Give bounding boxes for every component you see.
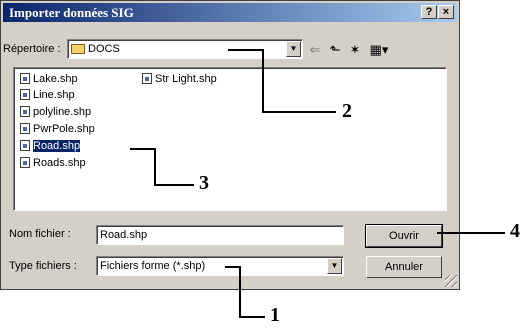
chevron-down-icon[interactable]: ▼: [286, 41, 301, 57]
callout-1-line: [239, 316, 265, 318]
filename-input[interactable]: Road.shp: [96, 225, 344, 245]
callout-4: 4: [510, 220, 520, 242]
file-item-pwrpole[interactable]: PwrPole.shp: [20, 122, 97, 136]
callout-3: 3: [199, 172, 209, 194]
chevron-down-icon[interactable]: ▼: [327, 258, 342, 274]
shapefile-icon: [142, 72, 152, 84]
close-button[interactable]: ×: [438, 5, 454, 19]
callout-1-line: [239, 266, 241, 318]
shapefile-icon: [20, 72, 30, 84]
open-button[interactable]: Ouvrir: [365, 224, 443, 248]
filename-label: Nom fichier :: [9, 228, 71, 240]
callout-2: 2: [342, 100, 352, 122]
import-gis-dialog: Importer données SIG ? × Répertoire : DO…: [0, 0, 460, 290]
shapefile-icon: [20, 88, 30, 100]
filetype-value: Fichiers forme (*.shp): [100, 260, 206, 272]
shapefile-icon: [20, 122, 30, 134]
callout-1: 1: [270, 304, 280, 326]
directory-dropdown[interactable]: DOCS ▼: [67, 39, 303, 59]
callout-4-line: [437, 232, 505, 234]
shapefile-icon: [20, 139, 30, 151]
dialog-title: Importer données SIG: [9, 5, 134, 20]
directory-label: Répertoire :: [3, 43, 61, 55]
file-item-lake[interactable]: Lake.shp: [20, 72, 80, 86]
folder-icon: [71, 44, 85, 55]
callout-3-line: [154, 184, 194, 186]
callout-2-line: [262, 111, 336, 113]
callout-2-line: [262, 49, 264, 113]
file-item-str-light[interactable]: Str Light.shp: [142, 72, 219, 86]
file-item-line[interactable]: Line.shp: [20, 88, 77, 102]
file-item-polyline[interactable]: polyline.shp: [20, 105, 93, 119]
shapefile-icon: [20, 105, 30, 117]
up-folder-icon[interactable]: ⬑: [326, 42, 344, 58]
filetype-label: Type fichiers :: [9, 260, 77, 272]
resize-grip[interactable]: [445, 275, 457, 287]
cancel-button[interactable]: Annuler: [366, 256, 442, 278]
callout-3-line: [154, 148, 156, 186]
directory-value: DOCS: [88, 43, 120, 55]
title-bar[interactable]: Importer données SIG ? ×: [3, 3, 457, 22]
help-button[interactable]: ?: [421, 5, 437, 19]
file-list[interactable]: Lake.shp Line.shp polyline.shp PwrPole.s…: [13, 67, 447, 211]
back-arrow-icon[interactable]: ⇐: [306, 42, 324, 58]
callout-2-line: [228, 49, 264, 51]
file-item-roads[interactable]: Roads.shp: [20, 156, 88, 170]
view-menu-icon[interactable]: ▦▾: [367, 42, 391, 58]
file-item-road[interactable]: Road.shp: [20, 139, 82, 153]
callout-3-line: [130, 148, 156, 150]
filetype-dropdown[interactable]: Fichiers forme (*.shp) ▼: [96, 256, 344, 276]
shapefile-icon: [20, 156, 30, 168]
new-folder-icon[interactable]: ✶: [346, 42, 364, 58]
